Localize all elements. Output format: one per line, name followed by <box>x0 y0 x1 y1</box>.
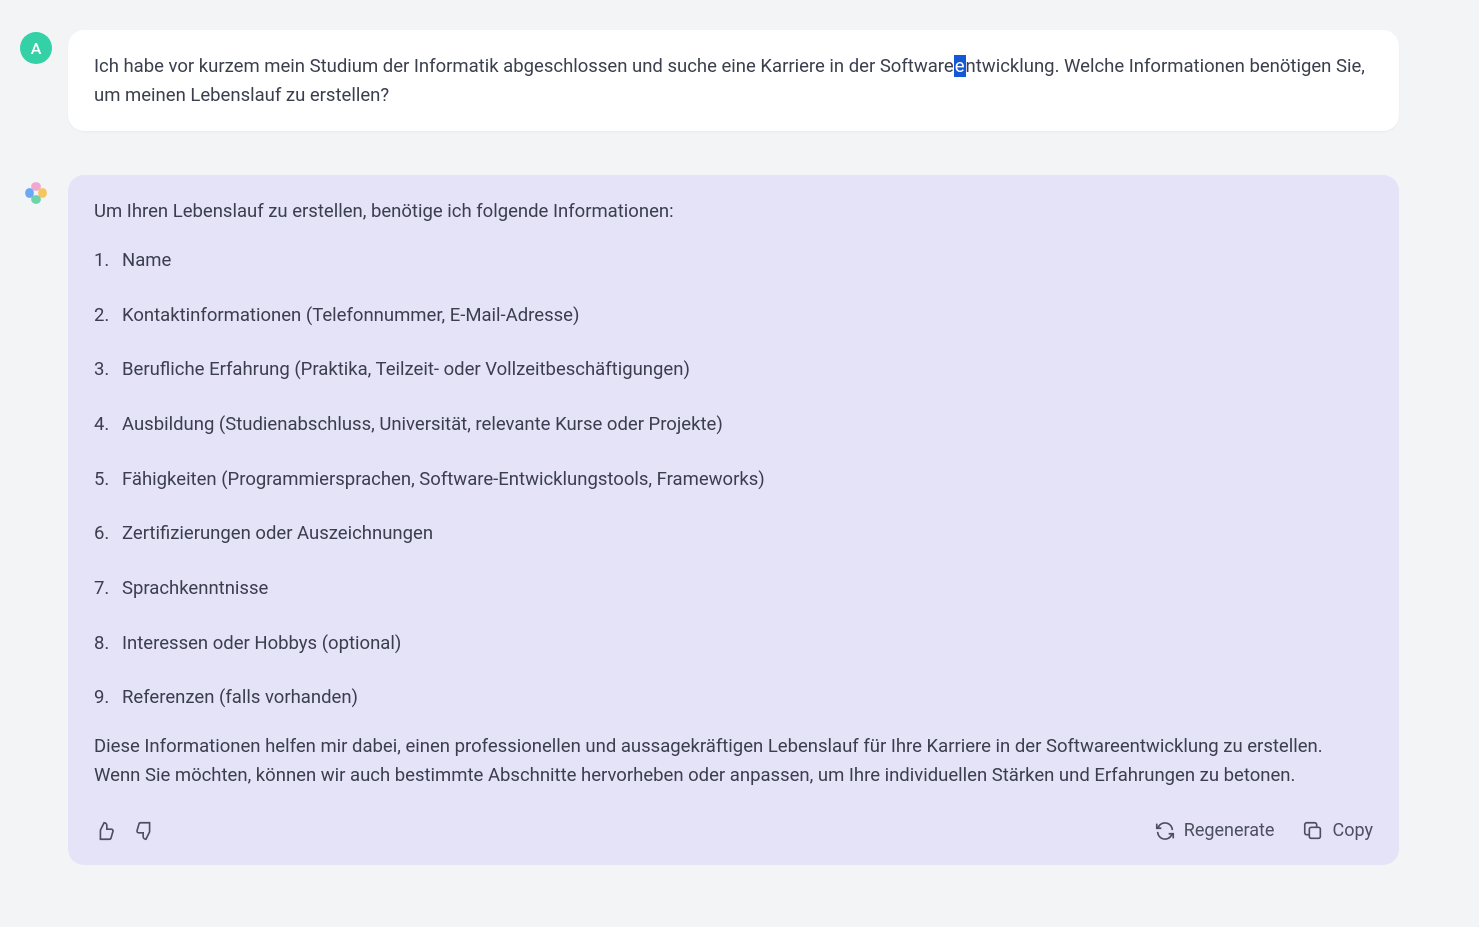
assistant-logo-icon <box>23 180 49 206</box>
user-message-highlight: e <box>954 55 966 77</box>
user-avatar-letter: A <box>31 39 42 58</box>
list-item: Sprachkenntnisse <box>94 574 1373 603</box>
thumbs-down-icon <box>134 820 156 842</box>
copy-button[interactable]: Copy <box>1302 817 1373 845</box>
assistant-message-bubble: Um Ihren Lebenslauf zu erstellen, benöti… <box>68 175 1399 865</box>
user-message-bubble[interactable]: Ich habe vor kurzem mein Studium der Inf… <box>68 30 1399 131</box>
thumbs-up-button[interactable] <box>94 820 116 842</box>
list-item: Ausbildung (Studienabschluss, Universitä… <box>94 410 1373 439</box>
list-item: Name <box>94 246 1373 275</box>
list-item: Zertifizierungen oder Auszeichnungen <box>94 519 1373 548</box>
assistant-intro: Um Ihren Lebenslauf zu erstellen, benöti… <box>94 197 1373 226</box>
assistant-avatar <box>20 177 52 209</box>
thumbs-down-button[interactable] <box>134 820 156 842</box>
copy-label: Copy <box>1332 817 1373 845</box>
user-message-row: A Ich habe vor kurzem mein Studium der I… <box>20 30 1399 131</box>
output-actions: Regenerate Copy <box>1154 817 1373 845</box>
assistant-outro: Diese Informationen helfen mir dabei, ei… <box>94 732 1373 789</box>
list-item: Fähigkeiten (Programmiersprachen, Softwa… <box>94 465 1373 494</box>
regenerate-label: Regenerate <box>1184 817 1275 845</box>
list-item: Kontaktinformationen (Telefonnummer, E-M… <box>94 301 1373 330</box>
list-item: Interessen oder Hobbys (optional) <box>94 629 1373 658</box>
assistant-actions: Regenerate Copy <box>94 817 1373 845</box>
copy-icon <box>1302 820 1324 842</box>
regenerate-button[interactable]: Regenerate <box>1154 817 1275 845</box>
assistant-message-row: Um Ihren Lebenslauf zu erstellen, benöti… <box>20 175 1399 865</box>
list-item: Berufliche Erfahrung (Praktika, Teilzeit… <box>94 355 1373 384</box>
thumbs-up-icon <box>94 820 116 842</box>
user-avatar: A <box>20 32 52 64</box>
list-item: Referenzen (falls vorhanden) <box>94 683 1373 712</box>
feedback-actions <box>94 820 156 842</box>
user-message-pre: Ich habe vor kurzem mein Studium der Inf… <box>94 55 954 77</box>
assistant-list: Name Kontaktinformationen (Telefonnummer… <box>94 246 1373 712</box>
regenerate-icon <box>1154 820 1176 842</box>
